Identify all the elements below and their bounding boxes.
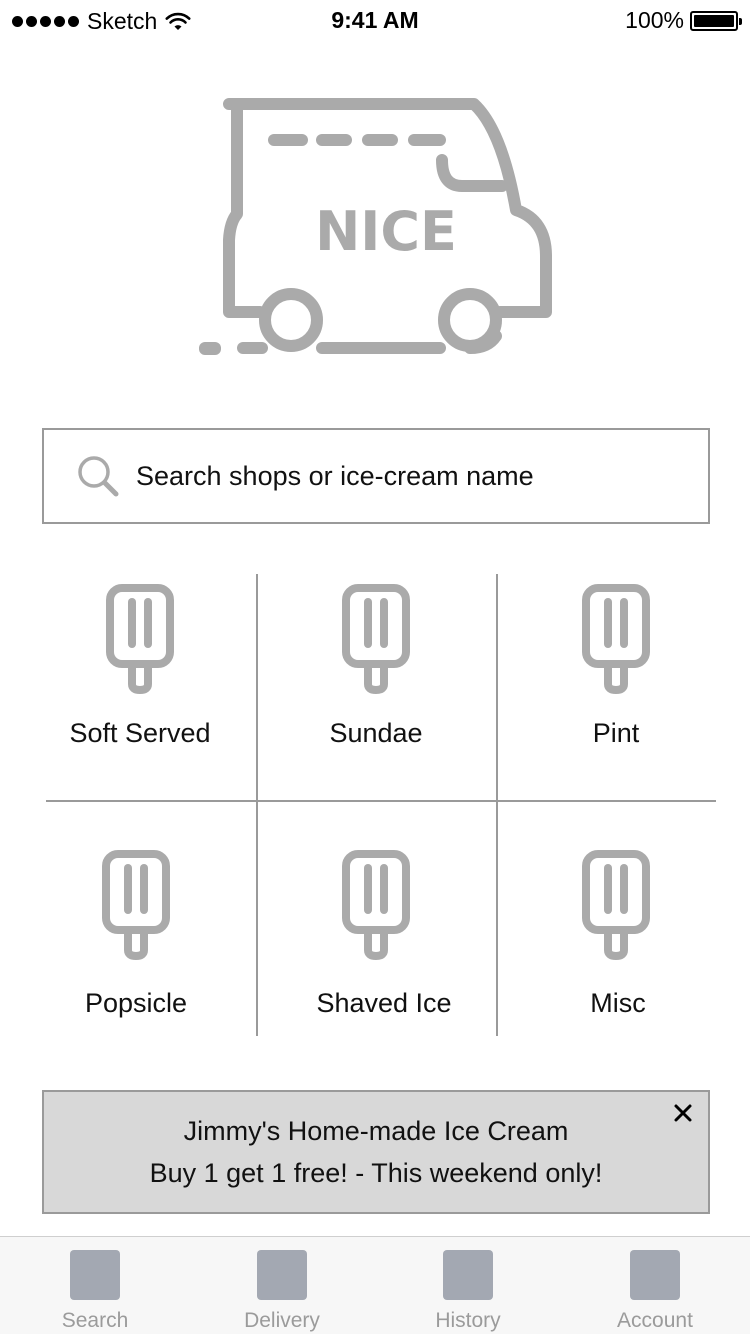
search-input[interactable] <box>136 460 656 492</box>
popsicle-icon <box>582 584 650 694</box>
category-sundae[interactable]: Sundae <box>261 582 491 802</box>
category-label: Popsicle <box>84 988 188 1018</box>
tab-label: Search <box>61 1309 129 1332</box>
category-shaved-ice[interactable]: Shaved Ice <box>261 848 491 1068</box>
grid-divider <box>256 574 258 1036</box>
account-tab-icon <box>630 1250 680 1300</box>
promo-banner[interactable]: Jimmy's Home-made Ice Cream Buy 1 get 1 … <box>42 1090 710 1214</box>
search-bar[interactable] <box>42 428 710 524</box>
category-popsicle[interactable]: Popsicle <box>21 848 251 1068</box>
battery-icon <box>690 10 742 31</box>
ice-cream-truck-logo: NICE <box>199 98 552 355</box>
search-tab-icon <box>70 1250 120 1300</box>
tab-bar: Search Delivery History Account <box>0 1236 750 1334</box>
home-screen: Sketch 9:41 AM 100% NICE Search shops or… <box>0 0 750 1334</box>
popsicle-icon <box>342 850 410 960</box>
battery-percentage: 100% <box>625 7 684 33</box>
tab-search[interactable]: Search <box>35 1237 155 1334</box>
status-right: 100% <box>625 7 742 34</box>
tab-label: History <box>435 1309 501 1332</box>
popsicle-icon <box>342 584 410 694</box>
close-icon[interactable] <box>672 1102 694 1124</box>
category-misc[interactable]: Misc <box>501 848 731 1068</box>
status-bar: Sketch 9:41 AM 100% <box>0 0 750 40</box>
search-icon <box>78 456 119 497</box>
promo-title: Jimmy's Home-made Ice Cream <box>183 1116 569 1146</box>
popsicle-icon <box>102 850 170 960</box>
category-label: Misc <box>590 988 646 1018</box>
tab-history[interactable]: History <box>408 1237 528 1334</box>
category-label: Shaved Ice <box>316 988 452 1018</box>
tab-delivery[interactable]: Delivery <box>222 1237 342 1334</box>
category-soft-served[interactable]: Soft Served <box>25 582 255 802</box>
category-label: Pint <box>592 718 640 748</box>
category-label: Soft Served <box>69 718 211 748</box>
grid-divider <box>496 574 498 1036</box>
popsicle-icon <box>106 584 174 694</box>
category-pint[interactable]: Pint <box>501 582 731 802</box>
history-tab-icon <box>443 1250 493 1300</box>
popsicle-icon <box>582 850 650 960</box>
tab-account[interactable]: Account <box>595 1237 715 1334</box>
tab-label: Account <box>617 1309 693 1332</box>
delivery-tab-icon <box>257 1250 307 1300</box>
tab-label: Delivery <box>244 1309 320 1332</box>
promo-subtitle: Buy 1 get 1 free! - This weekend only! <box>149 1158 603 1188</box>
logo-text: NICE <box>315 200 457 263</box>
category-label: Sundae <box>329 718 423 748</box>
